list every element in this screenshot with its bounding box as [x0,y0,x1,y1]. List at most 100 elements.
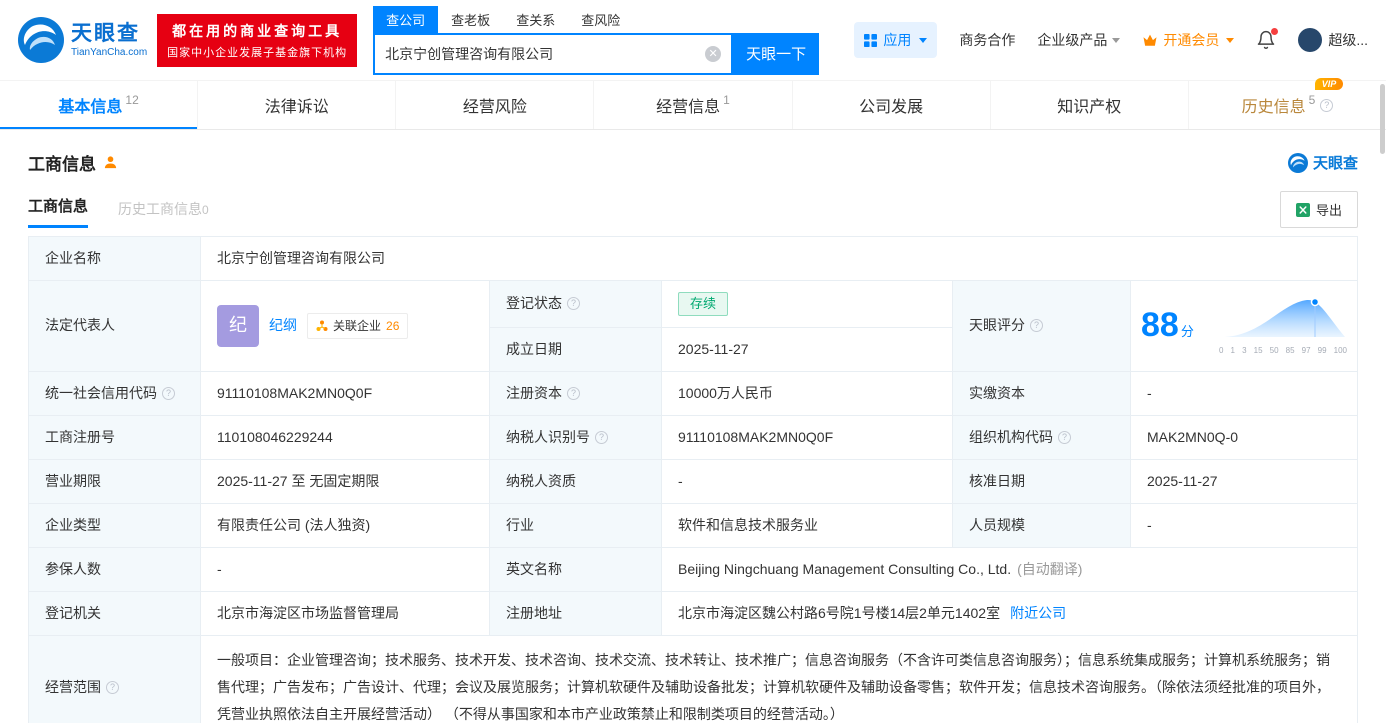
notifications-bell[interactable] [1256,28,1279,50]
chevron-down-icon [1112,37,1121,43]
business-info-table: 企业名称 北京宁创管理咨询有限公司 法定代表人 纪 纪纲 关联企业 26 登记状… [28,236,1358,723]
search-input[interactable] [385,45,706,62]
credit-code-value: 91110108MAK2MN0Q0F [200,370,490,416]
business-term-value: 2025-11-27 至 无固定期限 [200,458,490,504]
search-input-box: ✕ [373,32,734,75]
tianyancha-logo[interactable]: 天眼查 TianYanCha.com [18,17,147,63]
legal-rep-label: 法定代表人 [28,280,201,372]
legal-rep-avatar[interactable]: 纪 [217,304,259,347]
info-icon[interactable]: ? [1030,319,1043,333]
taxpayer-quality-value: - [661,458,953,504]
nearby-companies-link[interactable]: 附近公司 [1010,605,1066,621]
org-code-value: MAK2MN0Q-0 [1130,414,1358,460]
reg-status-value: 存续 [661,280,953,328]
paid-capital-label: 实缴资本 [952,370,1131,416]
promo-line2: 国家中小企业发展子基金旗下机构 [167,46,348,59]
legal-rep-name-link[interactable]: 纪纲 [269,315,297,336]
info-icon[interactable]: ? [1058,430,1071,444]
info-icon[interactable]: ? [595,430,608,444]
industry-value: 软件和信息技术服务业 [661,502,953,548]
score-curve-chart [1221,297,1345,337]
business-scope-label: 经营范围? [28,634,201,723]
company-detail-tabs: 基本信息 12 法律诉讼 经营风险 经营信息 1 公司发展 知识产权 VIP 历… [0,78,1386,130]
credit-code-label: 统一社会信用代码? [28,370,201,416]
enterprise-products-menu[interactable]: 企业级产品 [1037,30,1121,50]
tab-basic-info[interactable]: 基本信息 12 [0,81,199,129]
related-companies-count: 26 [386,318,400,333]
org-code-label: 组织机构代码? [952,414,1131,460]
reg-number-label: 工商注册号 [28,414,201,460]
reg-number-value: 110108046229244 [200,414,490,460]
user-account-menu[interactable]: 超级... [1298,28,1368,52]
search-button[interactable]: 天眼一下 [733,32,820,75]
table-row: 统一社会信用代码? 91110108MAK2MN0Q0F 注册资本? 10000… [28,370,1358,416]
tab-label: 基本信息 [58,99,123,116]
apps-grid-icon [864,33,878,47]
export-button[interactable]: 导出 [1279,191,1358,228]
paid-capital-value: - [1130,370,1358,416]
search-block: 查公司 查老板 查关系 查风险 ✕ 天眼一下 [373,5,820,75]
info-icon[interactable]: ? [162,386,175,400]
score-value: 88 分 [1141,306,1194,345]
tab-company-development[interactable]: 公司发展 [793,81,991,129]
table-row: 法定代表人 纪 纪纲 关联企业 26 登记状态? 存续 天眼评分 ? 88 分 … [28,280,1358,372]
crown-icon [1143,34,1157,46]
related-companies-tag[interactable]: 关联企业 26 [307,312,409,339]
establish-date-label: 成立日期 [489,326,662,372]
table-row: 登记机关 北京市海淀区市场监督管理局 注册地址 北京市海淀区魏公村路6号院1号楼… [28,590,1358,636]
person-icon [104,156,117,169]
subtab-history-registration[interactable]: 历史工商信息0 [118,199,209,228]
info-icon[interactable]: ? [106,680,119,694]
reg-capital-label: 注册资本? [489,370,662,416]
chevron-down-icon [1226,37,1235,43]
open-vip-menu[interactable]: 开通会员 [1142,30,1235,50]
tab-legal-litigation[interactable]: 法律诉讼 [198,81,397,129]
info-icon[interactable]: ? [567,297,580,311]
apps-menu[interactable]: 应用 [854,22,938,58]
info-icon[interactable]: ? [567,386,580,400]
reg-status-label: 登记状态? [489,280,662,328]
business-cooperation-link[interactable]: 商务合作 [959,30,1015,50]
reg-address-label: 注册地址 [489,590,662,636]
logo-domain: TianYanCha.com [71,46,148,58]
promo-line1: 都在用的商业查询工具 [172,22,343,39]
company-type-label: 企业类型 [28,502,201,548]
status-badge: 存续 [678,292,729,316]
company-type-value: 有限责任公司 (法人独资) [200,502,490,548]
scrollbar[interactable] [1380,84,1385,154]
tab-intellectual-property[interactable]: 知识产权 [991,81,1189,129]
search-tab-boss[interactable]: 查老板 [438,6,503,33]
table-row: 经营范围? 一般项目：企业管理咨询；技术服务、技术开发、技术咨询、技术交流、技术… [28,634,1358,723]
search-tab-risk[interactable]: 查风险 [568,6,633,33]
top-right-nav: 应用 商务合作 企业级产品 开通会员 超级... [854,22,1368,58]
network-icon [316,320,328,331]
reg-authority-value: 北京市海淀区市场监督管理局 [200,590,490,636]
reg-address-value: 北京市海淀区魏公村路6号院1号楼14层2单元1402室 附近公司 [661,590,1358,636]
search-tab-company[interactable]: 查公司 [373,5,439,33]
subtab-business-registration[interactable]: 工商信息 [28,195,89,228]
industry-label: 行业 [489,502,662,548]
tab-label: 法律诉讼 [264,99,329,116]
table-row: 企业名称 北京宁创管理咨询有限公司 [28,236,1358,281]
tab-operational-risk[interactable]: 经营风险 [396,81,595,129]
business-term-label: 营业期限 [28,458,201,504]
apps-label: 应用 [883,32,912,48]
establish-date-value: 2025-11-27 [661,326,953,372]
promo-banner: 都在用的商业查询工具 国家中小企业发展子基金旗下机构 [157,13,358,67]
approval-date-value: 2025-11-27 [1130,458,1358,504]
section-title: 工商信息 [28,155,96,174]
subtabs-row: 工商信息 历史工商信息0 导出 [28,191,1358,228]
tab-business-info[interactable]: 经营信息 1 [594,81,793,129]
excel-export-icon [1295,202,1310,217]
watermark-text: 天眼查 [1312,155,1358,172]
search-tab-relation[interactable]: 查关系 [503,6,568,33]
tab-history-info[interactable]: VIP 历史信息 5 ? [1189,78,1386,129]
score-chart: 0 1 3 15 50 85 97 99 100 [1219,295,1347,357]
tab-count: 1 [723,93,730,107]
clear-search-icon[interactable]: ✕ [705,45,722,62]
taxpayer-id-value: 91110108MAK2MN0Q0F [661,414,953,460]
vip-badge: VIP [1314,78,1344,90]
score-axis-ticks: 0 1 3 15 50 85 97 99 100 [1219,345,1347,355]
tab-label: 知识产权 [1057,99,1122,116]
info-icon[interactable]: ? [1320,98,1334,112]
